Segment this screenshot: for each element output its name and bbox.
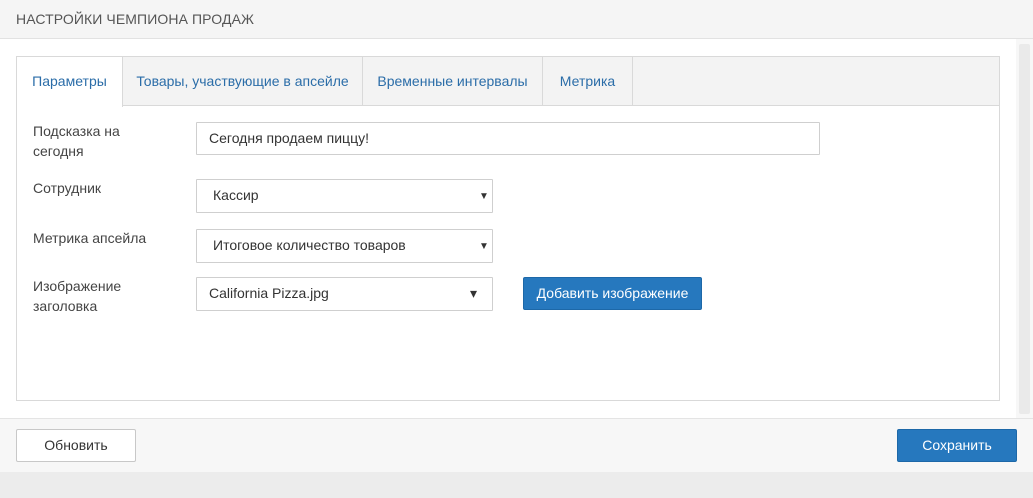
scrollbar-thumb[interactable] [1019,44,1030,414]
image-label-line1: Изображение [33,278,122,294]
panel-footer: Обновить Сохранить [0,418,1033,472]
tabs-container: Параметры Товары, участвующие в апсейле … [16,56,1000,401]
employee-select-value: Кассир [213,187,259,203]
image-label-line2: заголовка [33,298,98,314]
employee-label: Сотрудник [33,180,102,196]
tab-time-intervals[interactable]: Временные интервалы [363,57,543,106]
image-dropdown-value: California Pizza.jpg [209,285,329,301]
employee-select[interactable]: Кассир ▼ [196,179,493,213]
tab-upsell-products[interactable]: Товары, участвующие в апсейле [123,57,363,106]
chevron-down-icon: ▾ [470,285,478,301]
image-dropdown[interactable]: California Pizza.jpg ▾ [196,277,493,311]
tab-metric[interactable]: Метрика [543,57,633,106]
settings-panel: НАСТРОЙКИ ЧЕМПИОНА ПРОДАЖ Параметры Това… [0,0,1033,472]
add-image-button[interactable]: Добавить изображение [523,277,702,310]
metric-select-value: Итоговое количество товаров [213,237,406,253]
select-arrow-icon: ▼ [479,241,489,252]
select-arrow-icon: ▼ [479,191,489,202]
panel-header: НАСТРОЙКИ ЧЕМПИОНА ПРОДАЖ [0,0,1033,39]
tab-bar: Параметры Товары, участвующие в апсейле … [17,57,999,107]
hint-label-line1: Подсказка на [33,123,120,139]
image-label: Изображение заголовка [33,276,183,316]
refresh-button[interactable]: Обновить [16,429,136,462]
tab-parameters[interactable]: Параметры [17,57,123,107]
panel-title: НАСТРОЙКИ ЧЕМПИОНА ПРОДАЖ [16,11,255,27]
hint-input[interactable]: Сегодня продаем пиццу! [196,122,820,155]
hint-label-line2: сегодня [33,143,84,159]
save-button[interactable]: Сохранить [897,429,1017,462]
hint-label: Подсказка на сегодня [33,121,183,161]
metric-select[interactable]: Итоговое количество товаров ▼ [196,229,493,263]
metric-label: Метрика апсейла [33,230,147,246]
